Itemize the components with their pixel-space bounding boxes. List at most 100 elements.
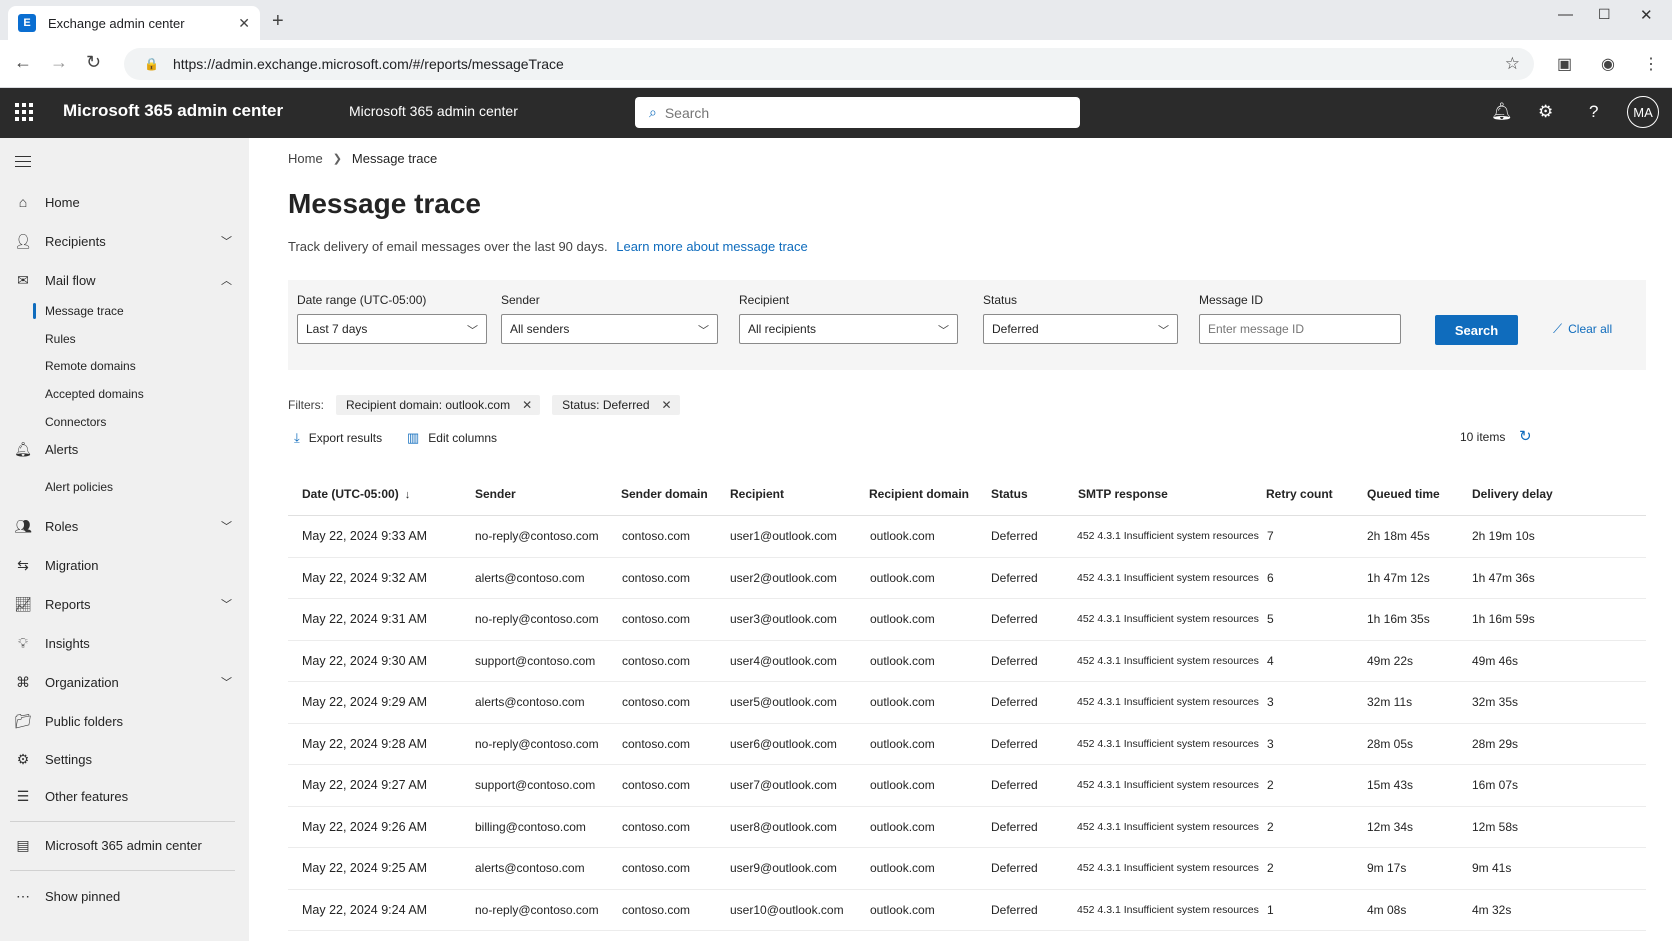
avatar[interactable]: MA	[1627, 96, 1659, 128]
column-header-retry-count[interactable]: Retry count	[1266, 487, 1333, 501]
nav-migration[interactable]: ⇆ Migration	[0, 550, 249, 580]
table-row[interactable]: May 22, 2024 9:25 AM alerts@contoso.com co…	[288, 848, 1646, 890]
nav-alert-policies[interactable]: Alert policies	[0, 474, 249, 500]
nav-remote-domains[interactable]: Remote domains	[0, 353, 249, 379]
nav-settings[interactable]: ⚙ Settings	[0, 744, 249, 774]
cell-date: May 22, 2024 9:30 AM	[302, 653, 428, 668]
app-title[interactable]: Microsoft 365 admin center	[63, 101, 283, 121]
status-dropdown[interactable]: Deferred ﹀	[983, 314, 1178, 344]
cell-queued-time: 12m 34s	[1367, 819, 1414, 834]
filter-panel: Date range (UTC-05:00) Last 7 days ﹀ Sen…	[288, 280, 1646, 370]
cell-smtp-response: 452 4.3.1 Insufficient system resources	[1077, 862, 1259, 875]
nav-reports[interactable]: 📈︎ Reports ﹀	[0, 589, 249, 619]
profile-icon[interactable]: ◉	[1601, 54, 1615, 74]
sender-value: All senders	[510, 322, 570, 336]
remove-filter-icon[interactable]: ✕	[662, 398, 672, 412]
table-row[interactable]: May 22, 2024 9:33 AM no-reply@contoso.com…	[288, 516, 1646, 558]
column-header-status[interactable]: Status	[991, 487, 1028, 501]
nav-public-folders[interactable]: 📁︎ Public folders	[0, 706, 249, 736]
global-search-input[interactable]	[664, 104, 1080, 121]
maximize-icon[interactable]: ☐	[1598, 6, 1611, 23]
reload-icon[interactable]: ↻	[86, 52, 101, 73]
table-header-row: Date (UTC-05:00) ↓ Sender Sender domain R…	[288, 473, 1646, 516]
table-row[interactable]: May 22, 2024 9:27 AM support@contoso.com c…	[288, 765, 1646, 807]
filter-pill-recipient-domain: Recipient domain: outlook.com ✕	[336, 395, 541, 415]
home-icon: ⌂	[18, 194, 28, 210]
help-icon[interactable]: ?	[1589, 102, 1598, 122]
nav-accepted-domains[interactable]: Accepted domains	[0, 381, 249, 407]
browser-tab[interactable]: E Exchange admin center ✕	[8, 6, 260, 40]
cell-queued-time: 9m 17s	[1367, 861, 1407, 876]
edit-columns-button[interactable]: ▥ Edit columns	[407, 430, 497, 446]
column-header-sender-domain[interactable]: Sender domain	[621, 487, 708, 501]
sidebar-panel-icon[interactable]: ▣	[1557, 54, 1572, 74]
table-row[interactable]: May 22, 2024 9:26 AM billing@contoso.com c…	[288, 807, 1646, 848]
cell-date: May 22, 2024 9:29 AM	[302, 695, 428, 710]
nav-show-pinned[interactable]: ⋯ Show pinned	[0, 881, 249, 911]
collapse-nav-icon[interactable]	[15, 156, 31, 171]
nav-organization[interactable]: ⌘ Organization ﹀	[0, 667, 249, 697]
back-icon[interactable]: ←	[14, 52, 32, 73]
reports-chart-icon: 📈︎	[14, 595, 32, 612]
column-header-smtp-response[interactable]: SMTP response	[1078, 487, 1168, 501]
refresh-icon[interactable]: ↻	[1519, 427, 1532, 445]
column-header-date[interactable]: Date (UTC-05:00) ↓	[302, 487, 410, 501]
table-row[interactable]: May 22, 2024 9:24 AM no-reply@contoso.com…	[288, 890, 1646, 931]
table-row[interactable]: May 22, 2024 9:32 AM alerts@contoso.com co…	[288, 558, 1646, 599]
search-button[interactable]: Search	[1435, 315, 1518, 345]
close-window-icon[interactable]: ✕	[1640, 6, 1653, 24]
recipient-dropdown[interactable]: All recipients ﹀	[739, 314, 958, 344]
table-body: May 22, 2024 9:33 AM no-reply@contoso.com…	[288, 516, 1646, 931]
global-search[interactable]: ⌕	[635, 97, 1080, 128]
column-header-delivery-delay[interactable]: Delivery delay	[1472, 487, 1553, 501]
table-row[interactable]: May 22, 2024 9:28 AM no-reply@contoso.com…	[288, 724, 1646, 765]
nav-other-features[interactable]: ☰ Other features	[0, 781, 249, 811]
remove-filter-icon[interactable]: ✕	[522, 398, 532, 412]
new-tab-icon[interactable]: +	[272, 10, 284, 33]
cell-delivery-delay: 49m 46s	[1472, 653, 1519, 668]
nav-message-trace[interactable]: Message trace	[0, 298, 249, 324]
nav-m365-admin-center[interactable]: ▤ Microsoft 365 admin center	[0, 830, 249, 860]
settings-gear-icon[interactable]: ⚙	[1538, 102, 1553, 122]
app-launcher-icon[interactable]	[15, 103, 33, 121]
mail-icon: ✉	[17, 271, 29, 288]
nav-mail-flow[interactable]: ✉ Mail flow ︿	[0, 265, 249, 295]
column-header-sender[interactable]: Sender	[475, 487, 516, 501]
bookmark-star-icon[interactable]: ☆	[1505, 54, 1520, 74]
export-results-label: Export results	[308, 431, 383, 445]
export-results-button[interactable]: ⤓ Export results	[294, 430, 382, 446]
column-header-queued-time[interactable]: Queued time	[1367, 487, 1440, 501]
notifications-bell-icon[interactable]: 🔔︎	[1491, 102, 1513, 122]
nav-insights[interactable]: 💡︎ Insights	[0, 628, 249, 658]
table-row[interactable]: May 22, 2024 9:31 AM no-reply@contoso.com…	[288, 599, 1646, 641]
browser-menu-icon[interactable]: ⋮	[1643, 54, 1659, 74]
date-range-dropdown[interactable]: Last 7 days ﹀	[297, 314, 487, 344]
table-row[interactable]: May 22, 2024 9:30 AM support@contoso.com c…	[288, 641, 1646, 682]
message-id-input[interactable]	[1199, 314, 1401, 344]
column-header-recipient-domain[interactable]: Recipient domain	[869, 487, 969, 501]
date-range-label: Date range (UTC-05:00)	[297, 293, 427, 307]
cell-sender-domain: contoso.com	[622, 902, 691, 917]
breadcrumb-home[interactable]: Home	[288, 151, 323, 166]
nav-roles[interactable]: 👥︎ Roles ﹀	[0, 511, 249, 541]
cell-queued-time: 15m 43s	[1367, 778, 1414, 793]
column-header-recipient[interactable]: Recipient	[730, 487, 784, 501]
forward-icon[interactable]: →	[50, 52, 68, 73]
learn-more-link[interactable]: Learn more about message trace	[616, 239, 808, 254]
table-row[interactable]: May 22, 2024 9:29 AM alerts@contoso.com co…	[288, 682, 1646, 724]
nav-rules[interactable]: Rules	[0, 326, 249, 352]
nav-connectors[interactable]: Connectors	[0, 409, 249, 435]
clear-all-button[interactable]: ⟋ Clear all	[1553, 321, 1612, 337]
sender-dropdown[interactable]: All senders ﹀	[501, 314, 718, 344]
nav-home[interactable]: ⌂ Home	[0, 187, 249, 217]
minimize-icon[interactable]: —	[1558, 6, 1573, 23]
url-field[interactable]: 🔒 https://admin.exchange.microsoft.com/#…	[124, 48, 1534, 80]
cell-delivery-delay: 28m 29s	[1472, 736, 1519, 751]
nav-recipients[interactable]: 👤︎ Recipients ﹀	[0, 226, 249, 256]
close-tab-icon[interactable]: ✕	[238, 15, 250, 32]
message-trace-table: Date (UTC-05:00) ↓ Sender Sender domain R…	[288, 473, 1646, 931]
cell-status: Deferred	[991, 529, 1038, 544]
date-range-value: Last 7 days	[306, 322, 368, 336]
nav-alerts[interactable]: 🔔︎ Alerts	[0, 434, 249, 464]
organization-icon: ⌘	[16, 673, 30, 690]
